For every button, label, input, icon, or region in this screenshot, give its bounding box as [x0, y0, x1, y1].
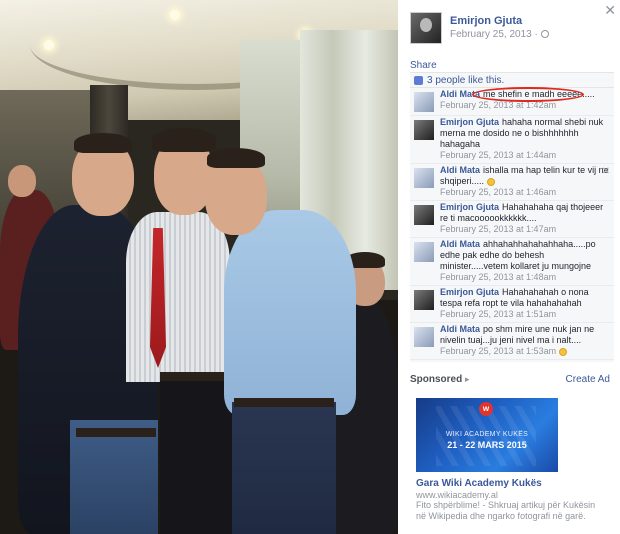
author-avatar[interactable]	[410, 12, 442, 44]
comment-item: Aldi Mata po shm mire une nuk jan ne nive…	[410, 323, 614, 360]
sponsored-header: Sponsored ▸ Create Ad	[410, 374, 614, 388]
ad-image-dates: 21 - 22 MARS 2015	[447, 440, 527, 450]
commenter-name[interactable]: Aldi Mata	[440, 89, 480, 99]
commenter-name[interactable]: Emirjon Gjuta	[440, 202, 499, 212]
comment-date[interactable]: February 25, 2013 at 1:42am	[440, 100, 610, 111]
background-person-head	[8, 165, 36, 197]
man-right-jeans	[232, 402, 336, 534]
smile-icon	[558, 347, 567, 356]
ad-choices-icon[interactable]: ▸	[465, 374, 470, 384]
commenter-avatar[interactable]	[414, 290, 434, 310]
man-middle-hair	[152, 128, 216, 152]
commenter-avatar[interactable]	[414, 327, 434, 347]
commenter-avatar[interactable]	[414, 242, 434, 262]
commenter-name[interactable]: Emirjon Gjuta	[440, 287, 499, 297]
commenter-avatar[interactable]	[414, 92, 434, 112]
ad-image-caption: WIKI ACADEMY KUKËS	[445, 431, 529, 438]
man-left-belt	[76, 428, 156, 437]
comment-text: me shefin e madh eeeee.....	[483, 89, 595, 99]
smile-icon	[486, 177, 495, 186]
comment-item: Aldi Mata me shefin e madh eeeee..... Feb…	[410, 87, 614, 116]
comment-item: Emirjon Gjuta hahaha normal shebi nuk mer…	[410, 116, 614, 164]
man-left-jeans	[70, 420, 158, 534]
commenter-name[interactable]: Aldi Mata	[440, 165, 480, 175]
globe-icon	[540, 30, 549, 39]
post-author-block: Emirjon Gjuta February 25, 2013 ·	[410, 12, 610, 48]
comment-date[interactable]: February 25, 2013 at 1:51am	[440, 309, 610, 320]
commenter-name[interactable]: Aldi Mata	[440, 324, 480, 334]
ceiling-light	[44, 40, 54, 50]
comment-item: ✕ Aldi Mata ishalla ma hap telin kur te v…	[410, 164, 614, 201]
comment-item: Emirjon Gjuta Hahahahaha qaj thojeeer re …	[410, 201, 614, 238]
likes-text[interactable]: 3 people like this.	[427, 75, 504, 86]
remove-comment-icon[interactable]: ✕	[602, 166, 610, 177]
commenter-name[interactable]: Emirjon Gjuta	[440, 117, 499, 127]
commenter-avatar[interactable]	[414, 205, 434, 225]
commenter-avatar[interactable]	[414, 120, 434, 140]
share-link[interactable]: Share	[410, 60, 437, 71]
post-photo[interactable]	[0, 0, 398, 534]
commenter-name[interactable]: Aldi Mata	[440, 239, 480, 249]
man-right-hair	[207, 148, 265, 168]
author-name[interactable]: Emirjon Gjuta	[450, 15, 522, 27]
comment-item: Aldi Mata ahhahahhahahahhaha.....po edhe …	[410, 238, 614, 286]
comment-item: Emirjon Gjuta Hahahahahah o nona tespa re…	[410, 286, 614, 323]
comment-date[interactable]: February 25, 2013 at 1:46am	[440, 187, 610, 198]
commenter-avatar[interactable]	[414, 168, 434, 188]
ad-description: Fito shpërblime! - Shkruaj artikuj për K…	[416, 500, 596, 521]
create-ad-link[interactable]: Create Ad	[566, 374, 610, 385]
post-sidebar: ✕ Emirjon Gjuta February 25, 2013 · Shar…	[404, 0, 620, 534]
comment-date[interactable]: February 25, 2013 at 1:48am	[440, 272, 610, 283]
man-right-belt	[234, 398, 334, 407]
comment-date[interactable]: February 25, 2013 at 1:53am	[440, 346, 610, 357]
comment-date[interactable]: February 25, 2013 at 1:44am	[440, 150, 610, 161]
sponsored-label: Sponsored	[410, 374, 463, 385]
likes-summary[interactable]: 3 people like this.	[410, 73, 614, 88]
wikipedia-logo-icon: w	[479, 402, 493, 416]
ceiling-light	[170, 10, 180, 20]
ad-url[interactable]: www.wikiacademy.al	[416, 490, 498, 500]
ad-image[interactable]: w WIKI ACADEMY KUKËS 21 - 22 MARS 2015	[416, 398, 558, 472]
ad-title-link[interactable]: Gara Wiki Academy Kukës	[416, 478, 542, 489]
man-middle-belt	[160, 372, 232, 381]
thumbs-up-icon	[414, 76, 423, 85]
man-left-hair	[74, 133, 132, 153]
post-date[interactable]: February 25, 2013 ·	[450, 29, 549, 40]
man-right-shirt	[224, 210, 356, 415]
comments-section: 3 people like this. Aldi Mata me shefin e…	[410, 72, 614, 362]
comment-date[interactable]: February 25, 2013 at 1:47am	[440, 224, 610, 235]
man-middle-shirt	[126, 212, 230, 382]
